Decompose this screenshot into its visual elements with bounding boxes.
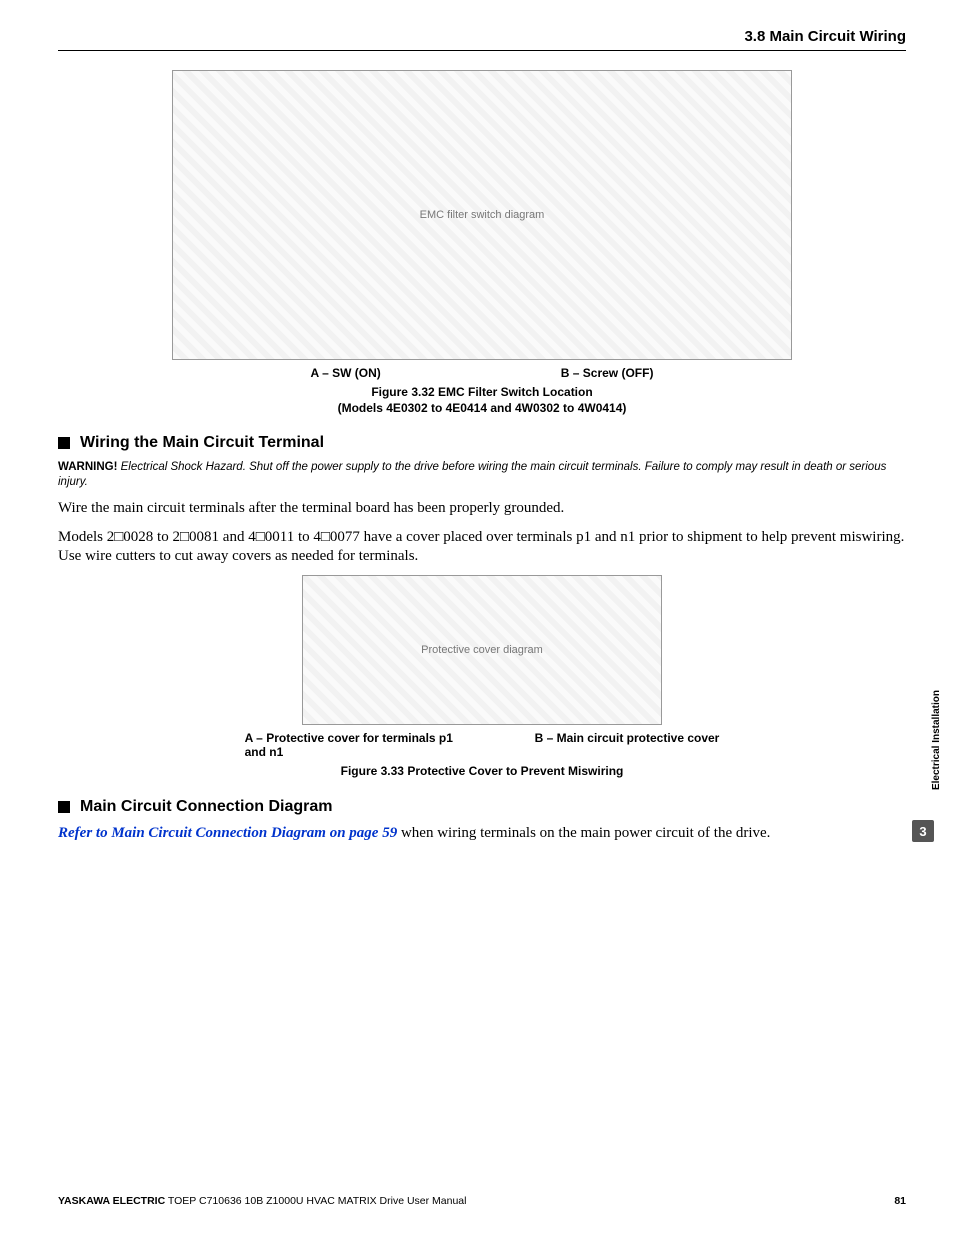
legend-a: A – Protective cover for terminals p1 an… xyxy=(245,731,475,759)
figure-3-33-caption: Figure 3.33 Protective Cover to Prevent … xyxy=(58,763,906,779)
figure-3-32-image: EMC filter switch diagram xyxy=(172,70,792,360)
legend-b: B – Screw (OFF) xyxy=(561,366,654,380)
header-rule xyxy=(58,50,906,51)
section-header: 3.8 Main Circuit Wiring xyxy=(744,28,906,45)
paragraph-1: Wire the main circuit terminals after th… xyxy=(58,499,906,518)
side-chapter-label: Electrical Installation xyxy=(931,690,942,790)
figure-3-32-legend: A – SW (ON) B – Screw (OFF) xyxy=(58,366,906,380)
warning-block: WARNING! Electrical Shock Hazard. Shut o… xyxy=(58,460,906,489)
footer-doc-id: YASKAWA ELECTRIC TOEP C710636 10B Z1000U… xyxy=(58,1195,466,1207)
figure-3-33-legend: A – Protective cover for terminals p1 an… xyxy=(58,731,906,759)
paragraph-3-rest: when wiring terminals on the main power … xyxy=(397,825,770,841)
footer-doc-title: TOEP C710636 10B Z1000U HVAC MATRIX Driv… xyxy=(165,1195,466,1207)
subheading-connection-diagram: Main Circuit Connection Diagram xyxy=(58,798,906,816)
paragraph-3: Refer to Main Circuit Connection Diagram… xyxy=(58,824,906,843)
warning-label: WARNING! xyxy=(58,461,117,473)
caption-line-1: Figure 3.32 EMC Filter Switch Location xyxy=(58,384,906,400)
figure-3-33: Protective cover diagram A – Protective … xyxy=(58,575,906,779)
square-bullet-icon xyxy=(58,801,70,813)
subheading-text: Wiring the Main Circuit Terminal xyxy=(80,434,324,452)
legend-a: A – SW (ON) xyxy=(311,366,381,380)
paragraph-2: Models 2□0028 to 2□0081 and 4□0011 to 4□… xyxy=(58,528,906,566)
legend-b: B – Main circuit protective cover xyxy=(535,731,720,759)
footer-company: YASKAWA ELECTRIC xyxy=(58,1195,165,1207)
page-content: EMC filter switch diagram A – SW (ON) B … xyxy=(58,70,906,852)
subheading-wiring-terminal: Wiring the Main Circuit Terminal xyxy=(58,434,906,452)
figure-3-33-image: Protective cover diagram xyxy=(302,575,662,725)
warning-text: Electrical Shock Hazard. Shut off the po… xyxy=(58,461,886,487)
page-footer: YASKAWA ELECTRIC TOEP C710636 10B Z1000U… xyxy=(58,1195,906,1207)
subheading-text: Main Circuit Connection Diagram xyxy=(80,798,332,816)
footer-page-number: 81 xyxy=(894,1195,906,1207)
figure-3-32-caption: Figure 3.32 EMC Filter Switch Location (… xyxy=(58,384,906,416)
caption-line-2: (Models 4E0302 to 4E0414 and 4W0302 to 4… xyxy=(58,400,906,416)
cross-reference-link[interactable]: Refer to Main Circuit Connection Diagram… xyxy=(58,825,397,841)
figure-3-32: EMC filter switch diagram A – SW (ON) B … xyxy=(58,70,906,416)
square-bullet-icon xyxy=(58,437,70,449)
side-chapter-tab: 3 xyxy=(912,820,934,842)
